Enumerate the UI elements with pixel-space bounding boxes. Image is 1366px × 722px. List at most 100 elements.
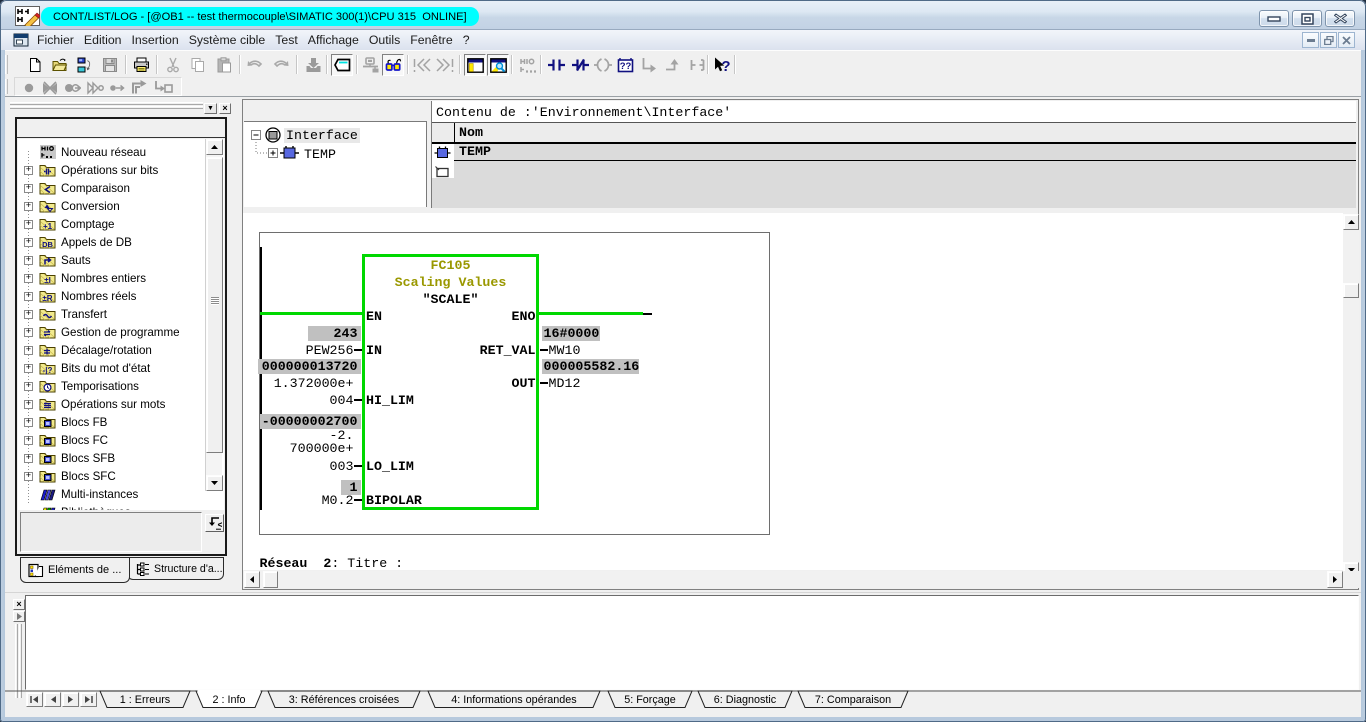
pane-grip[interactable] <box>19 624 22 698</box>
interface-temp-node[interactable]: TEMP <box>304 147 336 162</box>
menu-systeme-cible[interactable]: Système cible <box>184 31 271 49</box>
menu-affichage[interactable]: Affichage <box>303 31 364 49</box>
menu-edition[interactable]: Edition <box>79 31 127 49</box>
tree-item-folder-bit-logic[interactable]: +Opérations sur bits <box>18 161 224 179</box>
expand-box[interactable]: + <box>24 166 33 175</box>
expand-box[interactable]: + <box>24 454 33 463</box>
tree-item-folder-sfb[interactable]: +Blocs SFB <box>18 449 224 467</box>
expand-box[interactable]: + <box>24 256 33 265</box>
resume-icon[interactable] <box>84 79 106 96</box>
content-column-header[interactable]: Nom <box>432 123 1356 142</box>
tree-item-folder-convert[interactable]: +Conversion <box>18 197 224 215</box>
contact-nc-button[interactable] <box>569 54 591 76</box>
expand-box[interactable]: + <box>24 418 33 427</box>
toolbox-scrollbar[interactable] <box>205 139 222 491</box>
help-pointer-button[interactable]: ? <box>711 54 733 76</box>
menu-fichier[interactable]: Fichier <box>32 31 79 49</box>
expand-box[interactable]: + <box>24 310 33 319</box>
mdi-close-button[interactable] <box>1338 32 1355 48</box>
panel-grip[interactable] <box>10 102 203 105</box>
scroll-right-button[interactable] <box>1327 571 1343 588</box>
scrollbar-thumb[interactable] <box>1343 283 1359 298</box>
title-bar[interactable]: CONT/LIST/LOG - [@OB1 -- test thermocoup… <box>0 0 1366 30</box>
tree-item-folder-fb[interactable]: +Blocs FB <box>18 413 224 431</box>
tree-item-folder-program[interactable]: +Gestion de programme <box>18 323 224 341</box>
output-close-button[interactable]: × <box>13 599 25 610</box>
tree-item-folder-compare[interactable]: +Comparaison <box>18 179 224 197</box>
tree-item-new-network[interactable]: Nouveau réseau <box>18 143 224 161</box>
content-row-temp[interactable]: TEMP <box>454 144 1356 161</box>
lad-canvas[interactable]: FC105 Scaling Values "SCALE" EN ENO IN R… <box>243 213 1343 570</box>
scrollbar-thumb[interactable] <box>263 571 278 588</box>
close-button[interactable] <box>1325 10 1355 27</box>
editor-hscrollbar[interactable] <box>244 571 1343 588</box>
expand-box[interactable]: + <box>24 220 33 229</box>
undo-button[interactable] <box>244 54 266 76</box>
tree-item-folder-db[interactable]: +DBAppels de DB <box>18 233 224 251</box>
expand-box[interactable]: + <box>24 274 33 283</box>
scrollbar-thumb[interactable] <box>206 157 223 453</box>
tree-item-books-multi[interactable]: Multi-instances <box>18 485 224 503</box>
expand-box[interactable]: + <box>24 364 33 373</box>
minimize-button[interactable] <box>1259 10 1289 27</box>
new-document-button[interactable] <box>24 54 46 76</box>
output-tabs[interactable]: 1 : Erreurs2 : Info3: Références croisée… <box>5 690 1361 709</box>
step-out-icon[interactable] <box>128 79 150 96</box>
menu-fenetre[interactable]: Fenêtre <box>405 31 457 49</box>
mdi-minimize-button[interactable] <box>1302 32 1319 48</box>
network-title-line[interactable]: Réseau 2: Titre : <box>260 556 404 571</box>
new-network-button[interactable] <box>517 54 539 76</box>
redo-button[interactable] <box>270 54 292 76</box>
print-button[interactable] <box>130 54 152 76</box>
breakpoint-clear-icon[interactable] <box>39 79 61 96</box>
restore-button[interactable] <box>1292 10 1322 27</box>
tree-item-folder-counter[interactable]: ++1Comptage <box>18 215 224 233</box>
panel-menu-button[interactable]: ▼ <box>204 103 217 114</box>
tree-item-folder-sfc[interactable]: +Blocs SFC <box>18 467 224 485</box>
tab-program-elements[interactable]: Eléments de ... <box>20 557 130 583</box>
detail-window-button[interactable] <box>487 54 509 76</box>
scroll-left-button[interactable] <box>244 571 260 588</box>
tree-item-folder-word[interactable]: +Opérations sur mots <box>18 395 224 413</box>
coil-button[interactable] <box>592 54 614 76</box>
step-over-icon[interactable] <box>106 79 128 96</box>
output-expand-button[interactable] <box>13 611 25 622</box>
symbol-tag-button[interactable] <box>331 54 353 76</box>
tree-item-folder-shift[interactable]: +Décalage/rotation <box>18 341 224 359</box>
expand-box[interactable]: + <box>24 346 33 355</box>
expand-box[interactable]: + <box>24 472 33 481</box>
expand-box[interactable]: + <box>24 328 33 337</box>
step-into-box-icon[interactable] <box>152 79 174 96</box>
open-branch-button[interactable] <box>637 54 659 76</box>
monitor-glasses-button[interactable] <box>382 54 404 76</box>
toolbox-jump-button[interactable]: < <box>205 514 224 532</box>
contact-no-button[interactable] <box>545 54 567 76</box>
tree-item-folder-real[interactable]: +±RNombres réels <box>18 287 224 305</box>
tree-item-folder-int[interactable]: +±INombres entiers <box>18 269 224 287</box>
menu-test[interactable]: Test <box>270 31 303 49</box>
open-folder-button[interactable] <box>49 54 71 76</box>
panel-close-button[interactable]: × <box>219 103 231 114</box>
tree-item-folder-timer[interactable]: +Temporisations <box>18 377 224 395</box>
menu-insertion[interactable]: Insertion <box>127 31 184 49</box>
next-error-button[interactable] <box>434 54 455 76</box>
expand-box[interactable]: + <box>24 400 33 409</box>
menu-outils[interactable]: Outils <box>364 31 405 49</box>
toolbar-grip[interactable] <box>5 79 8 94</box>
mdi-restore-button[interactable] <box>1320 32 1337 48</box>
tree-item-folder-move[interactable]: +Transfert <box>18 305 224 323</box>
interface-root-node[interactable]: Interface <box>284 128 360 143</box>
output-text-area[interactable] <box>25 595 1359 690</box>
empty-box-button[interactable]: ?? <box>614 54 636 76</box>
save-button[interactable] <box>99 54 121 76</box>
paste-button[interactable] <box>213 54 235 76</box>
breakpoint-dot-icon[interactable] <box>18 79 40 96</box>
expand-box[interactable]: + <box>24 238 33 247</box>
scroll-up-button[interactable] <box>1343 214 1359 230</box>
tree-item-folder-fc[interactable]: +Blocs FC <box>18 431 224 449</box>
cut-button[interactable] <box>162 54 184 76</box>
panel-grip[interactable] <box>10 106 203 109</box>
scroll-up-button[interactable] <box>206 139 223 155</box>
tab-call-structure[interactable]: Structure d'a... <box>127 557 224 580</box>
expand-box[interactable]: + <box>24 292 33 301</box>
